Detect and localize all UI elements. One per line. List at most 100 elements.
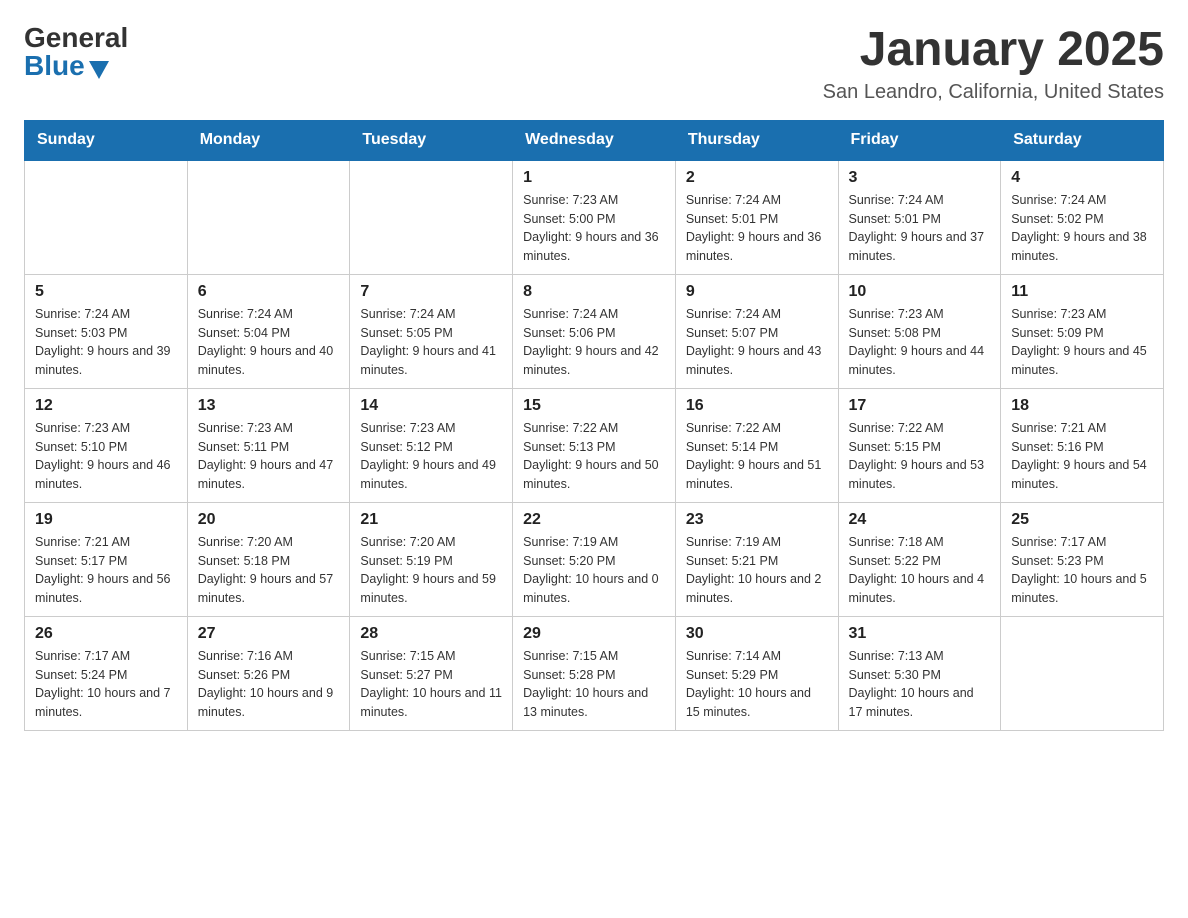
day-info: Sunrise: 7:23 AMSunset: 5:10 PMDaylight:… [35, 419, 177, 494]
month-year-title: January 2025 [823, 24, 1164, 77]
day-info: Sunrise: 7:23 AMSunset: 5:00 PMDaylight:… [523, 191, 665, 266]
day-number: 12 [35, 397, 177, 415]
calendar-cell: 10 Sunrise: 7:23 AMSunset: 5:08 PMDayligh… [838, 274, 1001, 388]
day-info: Sunrise: 7:22 AMSunset: 5:14 PMDaylight:… [686, 419, 828, 494]
day-number: 8 [523, 283, 665, 301]
title-block: January 2025 San Leandro, California, Un… [823, 24, 1164, 104]
calendar-cell: 2 Sunrise: 7:24 AMSunset: 5:01 PMDaylight… [675, 160, 838, 275]
day-info: Sunrise: 7:16 AMSunset: 5:26 PMDaylight:… [198, 647, 340, 722]
weekday-header-sunday: Sunday [25, 120, 188, 160]
calendar-cell: 17 Sunrise: 7:22 AMSunset: 5:15 PMDayligh… [838, 388, 1001, 502]
day-info: Sunrise: 7:20 AMSunset: 5:19 PMDaylight:… [360, 533, 502, 608]
calendar-cell: 15Sunrise: 7:22 AMSunset: 5:13 PMDayligh… [513, 388, 676, 502]
day-number: 23 [686, 511, 828, 529]
calendar-cell [1001, 616, 1164, 730]
day-info: Sunrise: 7:23 AMSunset: 5:09 PMDaylight:… [1011, 305, 1153, 380]
day-info: Sunrise: 7:23 AMSunset: 5:12 PMDaylight:… [360, 419, 502, 494]
day-number: 17 [849, 397, 991, 415]
day-info: Sunrise: 7:17 AMSunset: 5:24 PMDaylight:… [35, 647, 177, 722]
calendar-cell: 31Sunrise: 7:13 AMSunset: 5:30 PMDayligh… [838, 616, 1001, 730]
day-number: 3 [849, 169, 991, 187]
calendar-week-row: 26 Sunrise: 7:17 AMSunset: 5:24 PMDayligh… [25, 616, 1164, 730]
day-info: Sunrise: 7:22 AMSunset: 5:13 PMDaylight:… [523, 419, 665, 494]
calendar-cell: 26 Sunrise: 7:17 AMSunset: 5:24 PMDayligh… [25, 616, 188, 730]
day-info: Sunrise: 7:24 AMSunset: 5:06 PMDaylight:… [523, 305, 665, 380]
calendar-cell: 28Sunrise: 7:15 AMSunset: 5:27 PMDayligh… [350, 616, 513, 730]
day-info: Sunrise: 7:17 AMSunset: 5:23 PMDaylight:… [1011, 533, 1153, 608]
day-number: 16 [686, 397, 828, 415]
day-number: 29 [523, 625, 665, 643]
day-info: Sunrise: 7:23 AMSunset: 5:08 PMDaylight:… [849, 305, 991, 380]
calendar-cell: 5 Sunrise: 7:24 AMSunset: 5:03 PMDaylight… [25, 274, 188, 388]
calendar-cell: 29 Sunrise: 7:15 AMSunset: 5:28 PMDayligh… [513, 616, 676, 730]
day-number: 22 [523, 511, 665, 529]
weekday-header-tuesday: Tuesday [350, 120, 513, 160]
day-info: Sunrise: 7:19 AMSunset: 5:20 PMDaylight:… [523, 533, 665, 608]
day-info: Sunrise: 7:15 AMSunset: 5:28 PMDaylight:… [523, 647, 665, 722]
day-number: 30 [686, 625, 828, 643]
day-info: Sunrise: 7:22 AMSunset: 5:15 PMDaylight:… [849, 419, 991, 494]
day-number: 27 [198, 625, 340, 643]
calendar-cell: 27 Sunrise: 7:16 AMSunset: 5:26 PMDayligh… [187, 616, 350, 730]
day-number: 5 [35, 283, 177, 301]
calendar-week-row: 19 Sunrise: 7:21 AMSunset: 5:17 PMDayligh… [25, 502, 1164, 616]
logo-triangle-icon [89, 61, 109, 79]
calendar-cell: 22 Sunrise: 7:19 AMSunset: 5:20 PMDayligh… [513, 502, 676, 616]
day-info: Sunrise: 7:18 AMSunset: 5:22 PMDaylight:… [849, 533, 991, 608]
calendar-cell [350, 160, 513, 275]
calendar-table: SundayMondayTuesdayWednesdayThursdayFrid… [24, 120, 1164, 731]
day-number: 21 [360, 511, 502, 529]
day-number: 13 [198, 397, 340, 415]
weekday-header-monday: Monday [187, 120, 350, 160]
day-info: Sunrise: 7:24 AMSunset: 5:01 PMDaylight:… [686, 191, 828, 266]
day-number: 10 [849, 283, 991, 301]
calendar-cell: 8 Sunrise: 7:24 AMSunset: 5:06 PMDaylight… [513, 274, 676, 388]
day-info: Sunrise: 7:24 AMSunset: 5:02 PMDaylight:… [1011, 191, 1153, 266]
weekday-header-thursday: Thursday [675, 120, 838, 160]
calendar-cell: 9 Sunrise: 7:24 AMSunset: 5:07 PMDaylight… [675, 274, 838, 388]
day-info: Sunrise: 7:21 AMSunset: 5:17 PMDaylight:… [35, 533, 177, 608]
logo: General Blue [24, 24, 128, 80]
calendar-cell: 24Sunrise: 7:18 AMSunset: 5:22 PMDayligh… [838, 502, 1001, 616]
day-number: 19 [35, 511, 177, 529]
calendar-cell: 7Sunrise: 7:24 AMSunset: 5:05 PMDaylight… [350, 274, 513, 388]
day-number: 6 [198, 283, 340, 301]
calendar-week-row: 12 Sunrise: 7:23 AMSunset: 5:10 PMDayligh… [25, 388, 1164, 502]
day-number: 14 [360, 397, 502, 415]
weekday-header-saturday: Saturday [1001, 120, 1164, 160]
day-number: 28 [360, 625, 502, 643]
day-number: 26 [35, 625, 177, 643]
calendar-week-row: 1 Sunrise: 7:23 AMSunset: 5:00 PMDaylight… [25, 160, 1164, 275]
day-info: Sunrise: 7:24 AMSunset: 5:03 PMDaylight:… [35, 305, 177, 380]
day-number: 9 [686, 283, 828, 301]
calendar-cell: 14 Sunrise: 7:23 AMSunset: 5:12 PMDayligh… [350, 388, 513, 502]
day-number: 25 [1011, 511, 1153, 529]
calendar-header-row: SundayMondayTuesdayWednesdayThursdayFrid… [25, 120, 1164, 160]
day-number: 4 [1011, 169, 1153, 187]
day-info: Sunrise: 7:19 AMSunset: 5:21 PMDaylight:… [686, 533, 828, 608]
calendar-cell: 1 Sunrise: 7:23 AMSunset: 5:00 PMDaylight… [513, 160, 676, 275]
day-number: 7 [360, 283, 502, 301]
day-number: 20 [198, 511, 340, 529]
day-number: 11 [1011, 283, 1153, 301]
calendar-cell: 13 Sunrise: 7:23 AMSunset: 5:11 PMDayligh… [187, 388, 350, 502]
day-number: 1 [523, 169, 665, 187]
calendar-cell: 21 Sunrise: 7:20 AMSunset: 5:19 PMDayligh… [350, 502, 513, 616]
logo-blue-text: Blue [24, 52, 109, 80]
logo-general-text: General [24, 24, 128, 52]
day-info: Sunrise: 7:13 AMSunset: 5:30 PMDaylight:… [849, 647, 991, 722]
calendar-cell: 4 Sunrise: 7:24 AMSunset: 5:02 PMDaylight… [1001, 160, 1164, 275]
day-info: Sunrise: 7:24 AMSunset: 5:04 PMDaylight:… [198, 305, 340, 380]
calendar-cell: 25 Sunrise: 7:17 AMSunset: 5:23 PMDayligh… [1001, 502, 1164, 616]
calendar-cell [25, 160, 188, 275]
day-info: Sunrise: 7:24 AMSunset: 5:07 PMDaylight:… [686, 305, 828, 380]
calendar-cell [187, 160, 350, 275]
calendar-cell: 19 Sunrise: 7:21 AMSunset: 5:17 PMDayligh… [25, 502, 188, 616]
calendar-cell: 30Sunrise: 7:14 AMSunset: 5:29 PMDayligh… [675, 616, 838, 730]
calendar-cell: 11 Sunrise: 7:23 AMSunset: 5:09 PMDayligh… [1001, 274, 1164, 388]
day-info: Sunrise: 7:20 AMSunset: 5:18 PMDaylight:… [198, 533, 340, 608]
day-number: 2 [686, 169, 828, 187]
calendar-cell: 6 Sunrise: 7:24 AMSunset: 5:04 PMDaylight… [187, 274, 350, 388]
day-info: Sunrise: 7:23 AMSunset: 5:11 PMDaylight:… [198, 419, 340, 494]
calendar-cell: 18Sunrise: 7:21 AMSunset: 5:16 PMDayligh… [1001, 388, 1164, 502]
